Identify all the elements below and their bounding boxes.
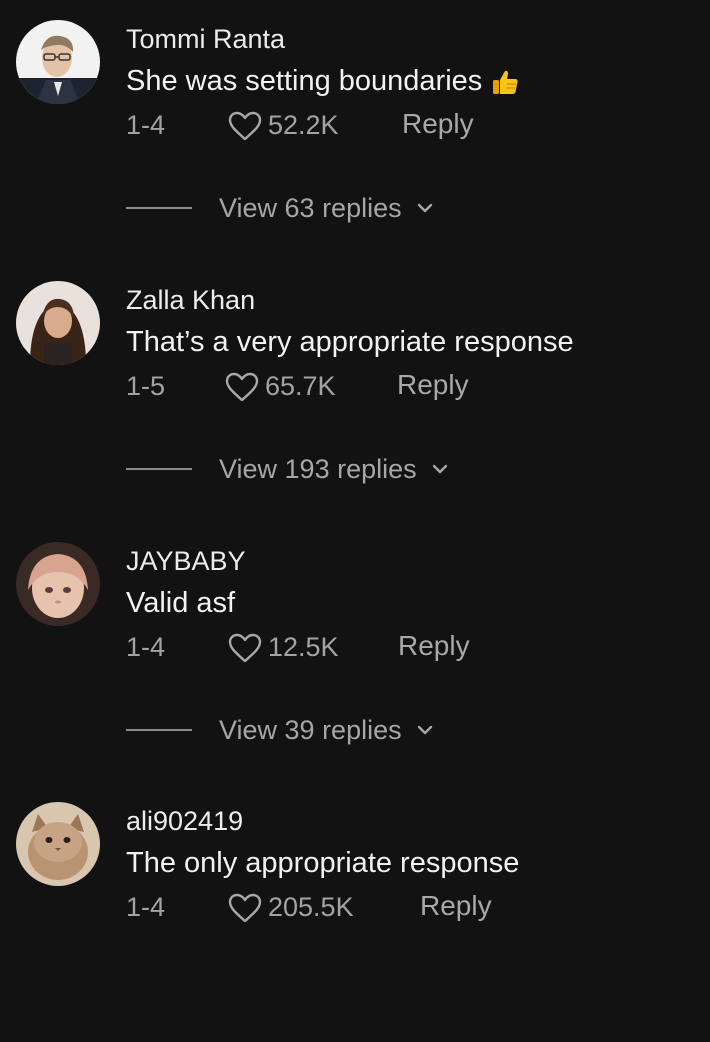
like-button[interactable]: 12.5K — [228, 632, 339, 663]
like-button[interactable]: 65.7K — [225, 371, 336, 402]
chevron-down-icon — [432, 464, 447, 474]
divider — [126, 207, 192, 209]
comment-text-content: The only appropriate response — [126, 847, 520, 879]
username[interactable]: ali902419 — [126, 806, 243, 837]
comment-text-content: Valid asf — [126, 587, 236, 619]
comment-date: 1-4 — [126, 632, 166, 662]
thumbs-up-icon — [490, 67, 520, 97]
like-count: 205.5K — [268, 892, 354, 922]
divider — [126, 468, 192, 470]
view-replies-button[interactable]: View 63 replies — [126, 188, 436, 228]
like-button[interactable]: 52.2K — [228, 110, 339, 141]
username[interactable]: Zalla Khan — [126, 285, 255, 316]
heart-icon — [228, 893, 262, 922]
view-replies-button[interactable]: View 193 replies — [126, 449, 451, 489]
view-replies-button[interactable]: View 39 replies — [126, 710, 436, 750]
comment-text-content: That’s a very appropriate response — [126, 326, 574, 358]
heart-icon — [228, 111, 262, 140]
comment-text: The only appropriate response — [126, 847, 519, 880]
username[interactable]: JAYBABY — [126, 546, 246, 577]
avatar[interactable] — [16, 20, 100, 104]
like-count: 12.5K — [268, 632, 339, 662]
comment-text: She was setting boundaries — [126, 65, 520, 98]
comment-text: Valid asf — [126, 587, 235, 620]
comment-meta: 1-4 205.5K Reply — [0, 888, 710, 928]
divider — [126, 729, 192, 731]
like-button[interactable]: 205.5K — [228, 892, 354, 923]
view-replies-label: View 63 replies — [219, 192, 402, 223]
like-count: 65.7K — [265, 371, 336, 401]
comment-text: That’s a very appropriate response — [126, 326, 574, 359]
chevron-down-icon — [417, 725, 432, 735]
view-replies-label: View 39 replies — [219, 714, 402, 745]
chevron-down-icon — [417, 203, 432, 213]
avatar[interactable] — [16, 542, 100, 626]
comment-item: JAYBABY Valid asf 1-4 12.5K Reply View 3… — [0, 522, 710, 782]
reply-button[interactable]: Reply — [420, 890, 492, 922]
username[interactable]: Tommi Ranta — [126, 24, 285, 55]
comment-item: Zalla Khan That’s a very appropriate res… — [0, 261, 710, 521]
comment-date: 1-5 — [126, 371, 166, 401]
avatar[interactable] — [16, 802, 100, 886]
comment-text-content: She was setting boundaries — [126, 65, 483, 97]
comment-date: 1-4 — [126, 110, 166, 140]
heart-icon — [225, 372, 259, 401]
avatar[interactable] — [16, 281, 100, 365]
view-replies-label: View 193 replies — [219, 453, 417, 484]
reply-button[interactable]: Reply — [397, 369, 469, 401]
comment-item: Tommi Ranta She was setting boundaries 1… — [0, 0, 710, 260]
comment-meta: 1-5 65.7K Reply — [0, 367, 710, 407]
reply-button[interactable]: Reply — [398, 630, 470, 662]
comment-meta: 1-4 52.2K Reply — [0, 106, 710, 146]
like-count: 52.2K — [268, 110, 339, 140]
comment-meta: 1-4 12.5K Reply — [0, 628, 710, 668]
heart-icon — [228, 633, 262, 662]
comment-item: ali902419 The only appropriate response … — [0, 782, 710, 1042]
reply-button[interactable]: Reply — [402, 108, 474, 140]
comment-date: 1-4 — [126, 892, 166, 922]
